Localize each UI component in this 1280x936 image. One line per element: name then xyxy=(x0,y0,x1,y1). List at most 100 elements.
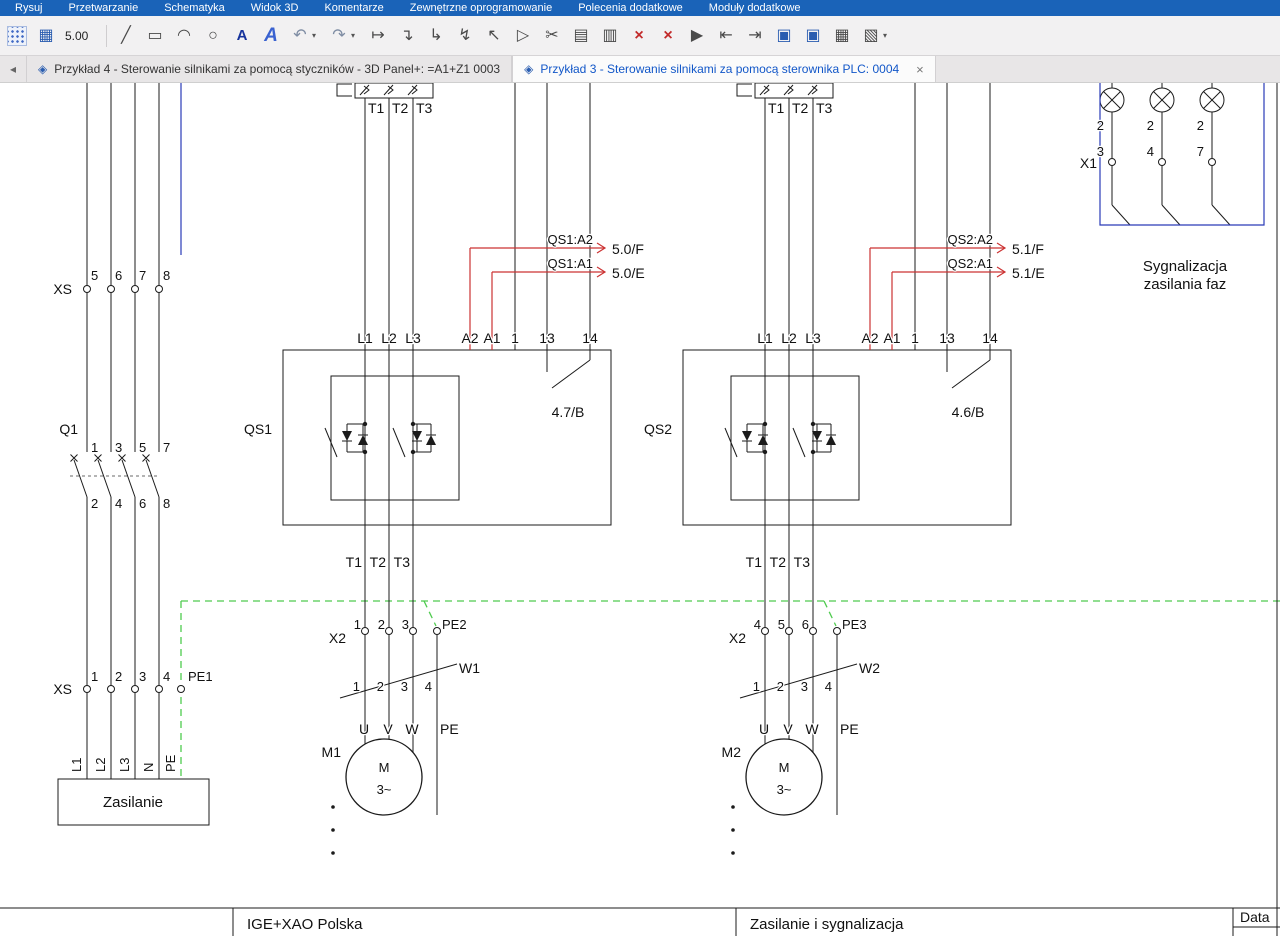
menu-item-schematyka[interactable]: Schematyka xyxy=(151,0,238,16)
drawing-canvas[interactable]: XS 5 6 7 8 Q1 1 3 5 7 2 4 6 8 XS 1 2 3 4… xyxy=(0,83,1280,936)
motor-term: U xyxy=(759,721,769,737)
cut-icon[interactable]: ✂ xyxy=(542,24,562,48)
lamp-chain[interactable] xyxy=(1200,83,1230,225)
run-icon[interactable]: ▶ xyxy=(687,24,707,48)
undo-caret-icon[interactable]: ▾ xyxy=(312,31,320,40)
menu-item-moduly-dodatkowe[interactable]: Moduły dodatkowe xyxy=(696,0,814,16)
lamp-chain[interactable] xyxy=(1150,83,1180,225)
xs-lower-term: 2 xyxy=(115,669,122,684)
qs2-out-term: T3 xyxy=(794,554,811,570)
q1-terminal: 6 xyxy=(139,496,146,511)
w-core: 1 xyxy=(753,679,760,694)
pick-pointer-icon[interactable]: ▷ xyxy=(513,24,533,48)
qs1-aux-ref: 4.7/B xyxy=(552,404,585,420)
tabs-scroll-left-icon[interactable]: ◂ xyxy=(0,56,26,82)
w-core: 1 xyxy=(353,679,360,694)
motor-branch-qs1[interactable] xyxy=(283,83,611,855)
redo-icon[interactable]: ↷ xyxy=(329,24,349,48)
ellipse-tool-icon[interactable]: ○ xyxy=(203,24,223,48)
qs1-out-term: T3 xyxy=(394,554,411,570)
delete-special-icon[interactable]: × xyxy=(658,24,678,48)
tab-label: Przykład 3 - Sterowanie silnikami za pom… xyxy=(540,62,899,76)
q1-breaker[interactable] xyxy=(70,455,159,498)
xs-upper-term: 6 xyxy=(115,268,122,283)
tab-przyklad-3[interactable]: ◈ Przykład 3 - Sterowanie silnikami za p… xyxy=(512,56,936,82)
x1-label: X1 xyxy=(1080,155,1097,171)
snap-grid-icon[interactable] xyxy=(7,26,27,46)
ol-term: T1 xyxy=(768,100,785,116)
text-tool-icon[interactable]: A xyxy=(232,24,252,48)
align-right-icon[interactable]: ⇥ xyxy=(745,24,765,48)
xs-lower-term: 4 xyxy=(163,669,170,684)
library-icon[interactable]: ▧ xyxy=(861,24,881,48)
paste-icon[interactable]: ▥ xyxy=(600,24,620,48)
scale-value[interactable]: 5.00 xyxy=(65,29,97,43)
xs-upper-term: 7 xyxy=(139,268,146,283)
q1-terminal: 8 xyxy=(163,496,170,511)
signal-caption-line2: zasilania faz xyxy=(1144,276,1227,293)
qs2-term: 14 xyxy=(982,330,998,346)
xs-upper-term: 5 xyxy=(91,268,98,283)
sheet-grid-icon[interactable]: ▦ xyxy=(832,24,852,48)
x1-term: 3 xyxy=(1097,144,1104,159)
align-left-icon[interactable]: ⇤ xyxy=(716,24,736,48)
wire-branch-icon[interactable]: ↳ xyxy=(426,24,446,48)
wire-tool-icon[interactable]: ↦ xyxy=(368,24,388,48)
motor-symbol-3ph: 3~ xyxy=(377,782,392,797)
menu-item-przetwarzanie[interactable]: Przetwarzanie xyxy=(56,0,152,16)
window-alt-icon[interactable]: ▣ xyxy=(803,24,823,48)
x2-term: 2 xyxy=(378,617,385,632)
xs-lower-label: XS xyxy=(53,681,72,697)
qs1-dest-a2: 5.0/F xyxy=(612,241,644,257)
xs-upper-label: XS xyxy=(53,281,72,297)
schematic-canvas[interactable]: XS 5 6 7 8 Q1 1 3 5 7 2 4 6 8 XS 1 2 3 4… xyxy=(0,83,1280,936)
ol-term: T1 xyxy=(368,100,385,116)
undo-icon[interactable]: ↶ xyxy=(290,24,310,48)
menu-item-zewnetrzne-oprogramowanie[interactable]: Zewnętrzne oprogramowanie xyxy=(397,0,565,16)
x2-term: 3 xyxy=(402,617,409,632)
menu-item-polecenia-dodatkowe[interactable]: Polecenia dodatkowe xyxy=(565,0,696,16)
x1-term: 7 xyxy=(1197,144,1204,159)
x2-label: X2 xyxy=(729,630,746,646)
w-core: 3 xyxy=(801,679,808,694)
qs2-term: L3 xyxy=(805,330,821,346)
more-caret-icon[interactable]: ▾ xyxy=(883,31,891,40)
x2-term: 5 xyxy=(778,617,785,632)
qs2-dest-a1: 5.1/E xyxy=(1012,265,1045,281)
q1-terminal: 7 xyxy=(163,440,170,455)
menu-item-rysuj[interactable]: Rysuj xyxy=(2,0,56,16)
qs1-term: L3 xyxy=(405,330,421,346)
menu-item-widok-3d[interactable]: Widok 3D xyxy=(238,0,312,16)
w-core: 4 xyxy=(825,679,832,694)
redo-caret-icon[interactable]: ▾ xyxy=(351,31,359,40)
grid-icon[interactable]: ▦ xyxy=(36,24,56,48)
q1-terminal: 3 xyxy=(115,440,122,455)
xs-terminal-strip-lower[interactable] xyxy=(84,686,185,693)
supply-box-label: Zasilanie xyxy=(103,794,163,811)
wire-zigzag-icon[interactable]: ↯ xyxy=(455,24,475,48)
motor-branch-qs2[interactable] xyxy=(683,83,1011,855)
tab-close-icon[interactable]: × xyxy=(916,62,924,77)
w-core: 2 xyxy=(777,679,784,694)
w-core: 3 xyxy=(401,679,408,694)
wire-corner-icon[interactable]: ↴ xyxy=(397,24,417,48)
w2-label: W2 xyxy=(859,660,880,676)
tab-label: Przykład 4 - Sterowanie silnikami za pom… xyxy=(54,62,500,76)
copy-icon[interactable]: ▤ xyxy=(571,24,591,48)
titleblock-sheet-title: Zasilanie i sygnalizacja xyxy=(750,916,904,933)
window-icon[interactable]: ▣ xyxy=(774,24,794,48)
select-pointer-icon[interactable]: ↖ xyxy=(484,24,504,48)
qs2-out-term: T2 xyxy=(770,554,787,570)
qs2-out-term: T1 xyxy=(746,554,763,570)
qs2-label: QS2 xyxy=(644,421,672,437)
arc-tool-icon[interactable]: ◠ xyxy=(174,24,194,48)
xs-terminal-strip-upper[interactable] xyxy=(84,286,163,293)
line-tool-icon[interactable]: ╱ xyxy=(116,24,136,48)
text-style-icon[interactable]: A xyxy=(261,24,281,48)
rectangle-tool-icon[interactable]: ▭ xyxy=(145,24,165,48)
lamp-chain[interactable] xyxy=(1100,83,1130,225)
tab-przyklad-4[interactable]: ◈ Przykład 4 - Sterowanie silnikami za p… xyxy=(26,56,512,82)
menu-item-komentarze[interactable]: Komentarze xyxy=(311,0,396,16)
delete-icon[interactable]: × xyxy=(629,24,649,48)
qs2-term: L2 xyxy=(781,330,797,346)
